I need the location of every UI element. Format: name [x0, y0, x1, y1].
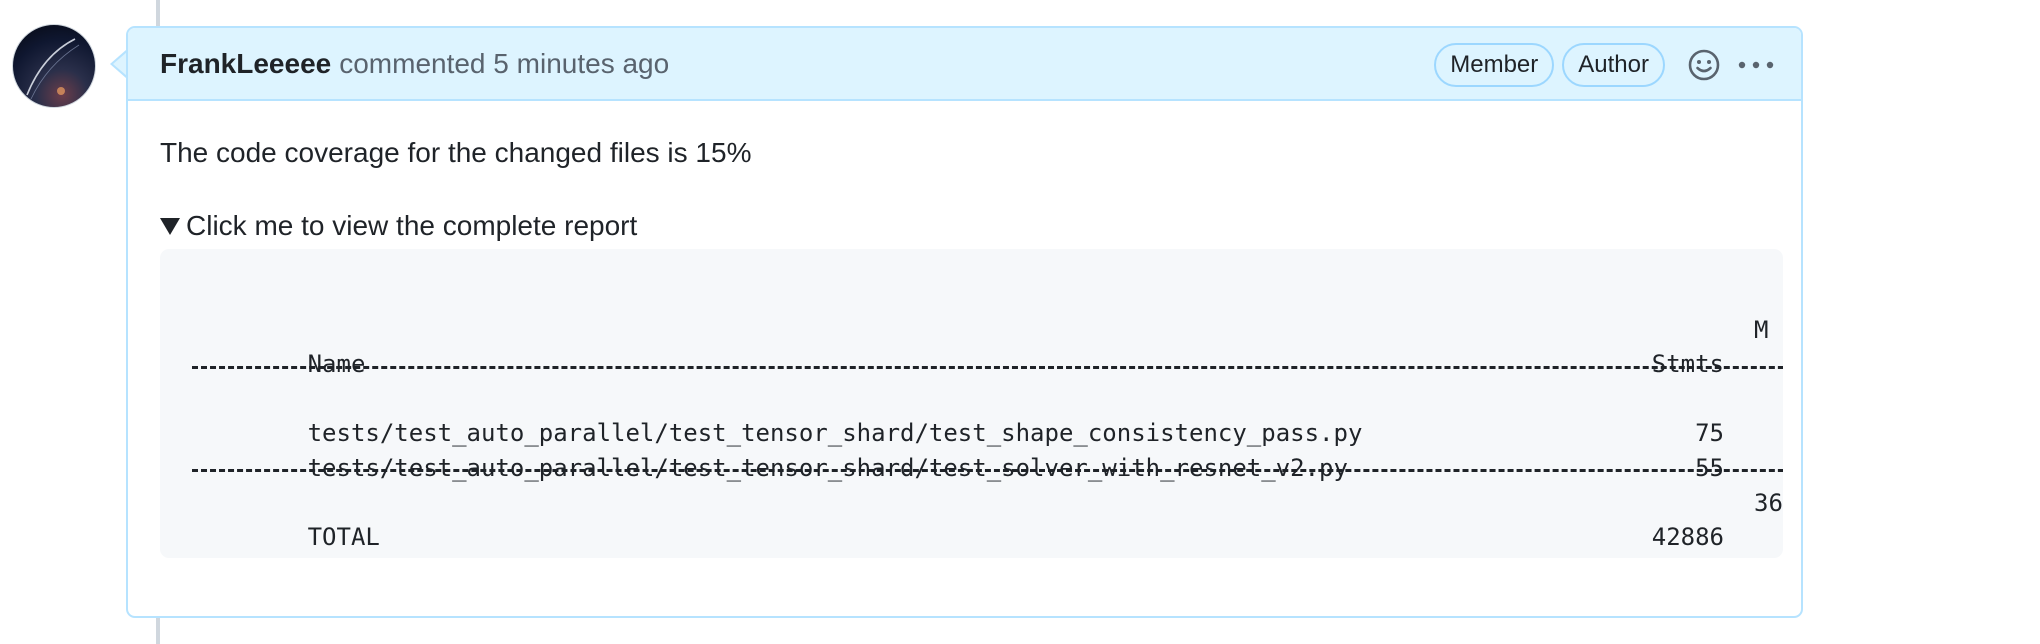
reaction-button[interactable] — [1687, 48, 1721, 82]
table-row: tests/test_auto_parallel/test_tensor_sha… — [192, 382, 1363, 447]
details-summary[interactable]: Click me to view the complete report — [160, 209, 1769, 243]
report-col-name: Name — [307, 350, 366, 378]
comment-header-actions: Member Author — [1426, 28, 1775, 101]
comment-box: FrankLeeeee commented 5 minutes ago Memb… — [126, 26, 1803, 618]
report-total-label: TOTAL — [307, 523, 380, 551]
smiley-icon — [1688, 49, 1720, 80]
kebab-horizontal-icon — [1738, 61, 1774, 68]
report-separator — [192, 469, 1783, 472]
report-total-stmts: 42886 — [1651, 523, 1724, 551]
report-header-row: Name — [192, 313, 366, 378]
report-col-stmts: Stmts — [1651, 350, 1724, 378]
comment-caret-fill — [113, 52, 127, 76]
coverage-text: The code coverage for the changed files … — [160, 137, 752, 168]
more-options-button[interactable] — [1737, 58, 1775, 72]
member-badge: Member — [1434, 42, 1555, 87]
coverage-report-block: Name Stmts M tests/test_auto_parallel/te… — [160, 249, 1783, 558]
report-total-miss: 364 — [1754, 489, 1783, 517]
details-summary-label: Click me to view the complete report — [186, 210, 638, 241]
disclosure-triangle-icon — [160, 217, 180, 235]
comment-timestamp[interactable]: 5 minutes ago — [493, 48, 669, 79]
report-row-stmts: 55 — [1695, 454, 1724, 482]
report-total-row: TOTAL — [192, 486, 380, 551]
report-separator — [192, 366, 1783, 369]
report-col-miss: M — [1754, 316, 1769, 344]
comment-author[interactable]: FrankLeeeee — [160, 48, 331, 80]
comment-action-verb: commented — [339, 47, 486, 79]
report-row-name: tests/test_auto_parallel/test_tensor_sha… — [307, 454, 1348, 482]
comment-action: commented 5 minutes ago — [339, 48, 669, 80]
comment-header: FrankLeeeee commented 5 minutes ago Memb… — [128, 28, 1801, 101]
avatar-image — [26, 38, 80, 100]
comment-body: The code coverage for the changed files … — [128, 101, 1801, 558]
author-badge: Author — [1562, 42, 1665, 87]
report-row-stmts: 75 — [1695, 419, 1724, 447]
table-row: tests/test_auto_parallel/test_tensor_sha… — [192, 417, 1348, 482]
avatar[interactable] — [12, 24, 96, 108]
